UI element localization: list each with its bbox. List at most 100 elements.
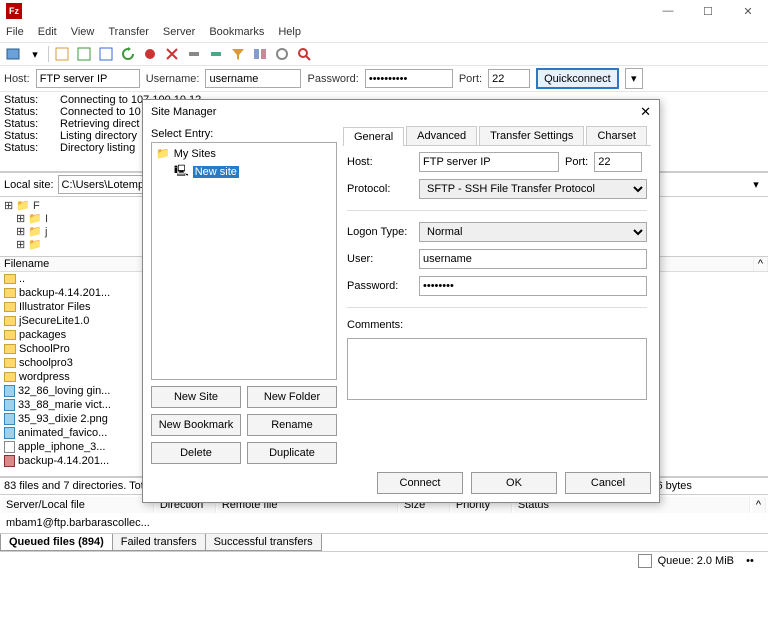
tab-failed-transfers[interactable]: Failed transfers bbox=[112, 534, 206, 551]
compare-icon[interactable] bbox=[251, 45, 269, 63]
folder-icon bbox=[4, 358, 16, 368]
quickconnect-button[interactable]: Quickconnect bbox=[536, 68, 619, 89]
reconnect-icon[interactable] bbox=[207, 45, 225, 63]
dlg-password-label: Password: bbox=[347, 280, 413, 292]
menu-help[interactable]: Help bbox=[278, 26, 301, 38]
app-logo: Fz bbox=[6, 3, 22, 19]
maximize-button[interactable]: ☐ bbox=[688, 0, 728, 22]
queue-size-label: Queue: 2.0 MiB bbox=[658, 555, 734, 567]
queue-tabs: Queued files (894) Failed transfers Succ… bbox=[0, 533, 768, 551]
port-label: Port: bbox=[459, 73, 482, 85]
menu-transfer[interactable]: Transfer bbox=[108, 26, 149, 38]
sync-icon[interactable] bbox=[273, 45, 291, 63]
menu-file[interactable]: File bbox=[6, 26, 24, 38]
disconnect-icon[interactable] bbox=[185, 45, 203, 63]
tab-queued-files[interactable]: Queued files (894) bbox=[0, 534, 113, 551]
quickconnect-history-dropdown[interactable]: ▾ bbox=[625, 68, 643, 89]
rar-icon bbox=[4, 455, 15, 467]
toggle-tree-icon[interactable] bbox=[75, 45, 93, 63]
folder-icon bbox=[4, 288, 16, 298]
toggle-log-icon[interactable] bbox=[53, 45, 71, 63]
menubar: File Edit View Transfer Server Bookmarks… bbox=[0, 22, 768, 42]
dlg-new-bookmark-button[interactable]: New Bookmark bbox=[151, 414, 241, 436]
new-site-node[interactable]: New site bbox=[193, 166, 239, 178]
folder-icon bbox=[4, 344, 16, 354]
dlg-comments-box[interactable] bbox=[347, 338, 647, 400]
process-queue-icon[interactable] bbox=[141, 45, 159, 63]
img-icon bbox=[4, 413, 15, 425]
dlg-new-folder-button[interactable]: New Folder bbox=[247, 386, 337, 408]
tab-successful-transfers[interactable]: Successful transfers bbox=[205, 534, 322, 551]
queue-server-entry[interactable]: mbam1@ftp.barbarascollec... bbox=[2, 515, 154, 531]
search-icon[interactable] bbox=[295, 45, 313, 63]
close-button[interactable]: ✕ bbox=[728, 0, 768, 22]
toolbar: ▾ bbox=[0, 42, 768, 66]
dlg-connect-button[interactable]: Connect bbox=[377, 472, 463, 494]
select-entry-label: Select Entry: bbox=[151, 126, 337, 142]
dropdown-icon[interactable]: ▾ bbox=[26, 45, 44, 63]
dlg-ok-button[interactable]: OK bbox=[471, 472, 557, 494]
username-label: Username: bbox=[146, 73, 200, 85]
col-server-file[interactable]: Server/Local file bbox=[2, 497, 154, 513]
tab-charset[interactable]: Charset bbox=[586, 126, 647, 145]
dlg-protocol-label: Protocol: bbox=[347, 183, 413, 195]
dialog-titlebar: Site Manager ✕ bbox=[143, 100, 659, 124]
dlg-new-site-button[interactable]: New Site bbox=[151, 386, 241, 408]
toggle-queue-icon[interactable] bbox=[97, 45, 115, 63]
statusbar: Queue: 2.0 MiB •• bbox=[0, 551, 768, 570]
menu-server[interactable]: Server bbox=[163, 26, 195, 38]
dialog-title-text: Site Manager bbox=[151, 106, 216, 118]
local-site-label: Local site: bbox=[4, 179, 54, 191]
folder-icon bbox=[4, 330, 16, 340]
dlg-user-label: User: bbox=[347, 253, 413, 265]
quickconnect-bar: Host: Username: Password: Port: Quickcon… bbox=[0, 66, 768, 92]
dlg-logon-select[interactable]: Normal bbox=[419, 222, 647, 242]
minimize-button[interactable]: — bbox=[648, 0, 688, 22]
dlg-cancel-button[interactable]: Cancel bbox=[565, 472, 651, 494]
dlg-host-label: Host: bbox=[347, 156, 413, 168]
password-input[interactable] bbox=[365, 69, 453, 88]
folder-icon: 📁 bbox=[156, 147, 170, 160]
dlg-host-input[interactable] bbox=[419, 152, 559, 172]
site-tree[interactable]: 📁 My Sites 🖳 New site bbox=[151, 142, 337, 380]
dialog-close-button[interactable]: ✕ bbox=[640, 104, 651, 120]
tab-general[interactable]: General bbox=[343, 127, 404, 146]
img-icon bbox=[4, 427, 15, 439]
dlg-port-input[interactable] bbox=[594, 152, 642, 172]
tab-transfer-settings[interactable]: Transfer Settings bbox=[479, 126, 584, 145]
site-manager-dialog: Site Manager ✕ Select Entry: 📁 My Sites 🖳… bbox=[142, 99, 660, 503]
dlg-protocol-select[interactable]: SFTP - SSH File Transfer Protocol bbox=[419, 179, 647, 199]
queue-icon bbox=[638, 554, 652, 568]
dlg-password-input[interactable] bbox=[419, 276, 647, 296]
refresh-icon[interactable] bbox=[119, 45, 137, 63]
menu-edit[interactable]: Edit bbox=[38, 26, 57, 38]
cancel-icon[interactable] bbox=[163, 45, 181, 63]
folder-icon bbox=[4, 316, 16, 326]
dlg-user-input[interactable] bbox=[419, 249, 647, 269]
menu-bookmarks[interactable]: Bookmarks bbox=[209, 26, 264, 38]
username-input[interactable] bbox=[205, 69, 301, 88]
remote-path-dropdown[interactable]: ▾ bbox=[748, 178, 764, 191]
password-label: Password: bbox=[307, 73, 358, 85]
tab-advanced[interactable]: Advanced bbox=[406, 126, 477, 145]
server-icon: 🖳 bbox=[174, 162, 189, 181]
host-input[interactable] bbox=[36, 69, 140, 88]
site-manager-icon[interactable] bbox=[4, 45, 22, 63]
dlg-delete-button[interactable]: Delete bbox=[151, 442, 241, 464]
port-input[interactable] bbox=[488, 69, 530, 88]
folder-icon bbox=[4, 274, 16, 284]
my-sites-node[interactable]: My Sites bbox=[174, 148, 216, 160]
dlg-rename-button[interactable]: Rename bbox=[247, 414, 337, 436]
folder-icon bbox=[4, 372, 16, 382]
dialog-tabs: General Advanced Transfer Settings Chars… bbox=[343, 126, 651, 146]
menu-view[interactable]: View bbox=[71, 26, 95, 38]
img-icon bbox=[4, 385, 15, 397]
dlg-comments-label: Comments: bbox=[347, 319, 403, 331]
dlg-logon-label: Logon Type: bbox=[347, 226, 413, 238]
dlg-duplicate-button[interactable]: Duplicate bbox=[247, 442, 337, 464]
host-label: Host: bbox=[4, 73, 30, 85]
dlg-port-label: Port: bbox=[565, 156, 588, 168]
img-icon bbox=[4, 399, 15, 411]
filter-icon[interactable] bbox=[229, 45, 247, 63]
queue-indicator-icon: •• bbox=[740, 555, 760, 567]
